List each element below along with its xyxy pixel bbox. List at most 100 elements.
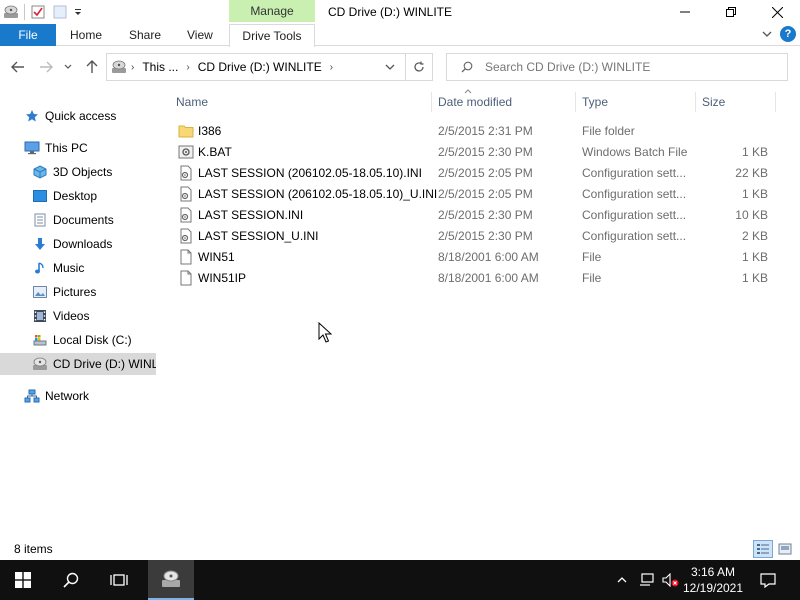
file-row[interactable]: WIN51IP 8/18/2001 6:00 AM File 1 KB xyxy=(168,267,778,288)
search-box[interactable]: Search CD Drive (D:) WINLITE xyxy=(446,53,788,81)
tab-share[interactable]: Share xyxy=(129,24,161,46)
desktop-icon xyxy=(32,188,48,204)
file-name: LAST SESSION (206102.05-18.05.10)_U.INI xyxy=(198,186,438,201)
recent-locations-chevron-icon[interactable] xyxy=(62,57,74,77)
sidebar-item-music[interactable]: Music xyxy=(32,257,156,279)
address-bar[interactable]: › This ... › CD Drive (D:) WINLITE › xyxy=(106,53,406,81)
customize-toolbar-icon[interactable] xyxy=(71,1,85,23)
restore-icon[interactable] xyxy=(708,0,754,24)
column-header-size[interactable]: Size xyxy=(694,90,774,114)
sidebar-item-local-disk[interactable]: Local Disk (C:) xyxy=(32,329,156,351)
pictures-icon xyxy=(32,284,48,300)
up-arrow-icon[interactable] xyxy=(82,57,102,77)
sidebar-item-documents[interactable]: Documents xyxy=(32,209,156,231)
ribbon-tabs: File Home Share View Drive Tools ? xyxy=(0,24,800,47)
search-icon[interactable] xyxy=(48,560,94,600)
address-row: › This ... › CD Drive (D:) WINLITE › Sea… xyxy=(0,52,800,82)
file-explorer-taskbar-button[interactable] xyxy=(148,560,194,600)
quick-access-toolbar xyxy=(0,0,85,24)
cd-drive-icon xyxy=(111,59,127,75)
clock-date: 12/19/2021 xyxy=(682,581,744,595)
new-folder-icon[interactable] xyxy=(49,1,71,23)
details-view-icon[interactable] xyxy=(753,540,773,558)
file-row[interactable]: LAST SESSION_U.INI 2/5/2015 2:30 PM Conf… xyxy=(168,225,778,246)
config-file-icon xyxy=(178,186,194,202)
file-date: 2/5/2015 2:30 PM xyxy=(438,228,533,243)
back-arrow-icon[interactable] xyxy=(8,57,28,77)
file-name: WIN51IP xyxy=(198,270,247,285)
file-date: 2/5/2015 2:30 PM xyxy=(438,207,533,222)
start-windows-icon[interactable] xyxy=(0,560,46,600)
file-row[interactable]: LAST SESSION.INI 2/5/2015 2:30 PM Config… xyxy=(168,204,778,225)
breadcrumb-separator-icon[interactable]: › xyxy=(186,62,189,73)
task-view-icon[interactable] xyxy=(96,560,142,600)
film-icon xyxy=(32,308,48,324)
sidebar-item-network[interactable]: Network xyxy=(24,385,154,407)
manage-contextual-tab[interactable]: Manage xyxy=(229,0,315,22)
file-type: Configuration sett... xyxy=(582,228,687,243)
column-header-date-modified[interactable]: Date modified xyxy=(430,90,574,114)
file-size: 1 KB xyxy=(741,144,768,159)
breadcrumb-this-pc[interactable]: This ... xyxy=(142,60,178,74)
cube-icon xyxy=(32,164,48,180)
folder-icon xyxy=(178,123,194,139)
large-icons-view-icon[interactable] xyxy=(775,540,795,558)
refresh-icon[interactable] xyxy=(405,53,433,81)
file-type: Configuration sett... xyxy=(582,186,687,201)
sidebar-item-label: CD Drive (D:) WINLI xyxy=(53,357,156,371)
download-arrow-icon xyxy=(32,236,48,252)
documents-icon xyxy=(32,212,48,228)
file-name: WIN51 xyxy=(198,249,235,264)
file-size: 1 KB xyxy=(741,186,768,201)
clock-time: 3:16 AM xyxy=(690,565,736,579)
minimize-icon[interactable] xyxy=(662,0,708,24)
breadcrumb-cd-drive[interactable]: CD Drive (D:) WINLITE xyxy=(198,60,322,74)
sidebar-item-cd-drive[interactable]: CD Drive (D:) WINLI xyxy=(0,353,156,375)
file-row[interactable]: K.BAT 2/5/2015 2:30 PM Windows Batch Fil… xyxy=(168,141,778,162)
sidebar-item-desktop[interactable]: Desktop xyxy=(32,185,156,207)
cd-drive-icon[interactable] xyxy=(0,1,22,23)
volume-muted-icon[interactable] xyxy=(660,560,682,600)
file-size: 2 KB xyxy=(741,228,768,243)
file-row[interactable]: LAST SESSION (206102.05-18.05.10).INI 2/… xyxy=(168,162,778,183)
file-row[interactable]: LAST SESSION (206102.05-18.05.10)_U.INI … xyxy=(168,183,778,204)
sidebar-item-quick-access[interactable]: Quick access xyxy=(24,105,154,127)
sidebar-item-downloads[interactable]: Downloads xyxy=(32,233,156,255)
column-divider[interactable] xyxy=(775,92,776,112)
notification-center-icon[interactable] xyxy=(754,560,782,600)
sidebar-item-3d-objects[interactable]: 3D Objects xyxy=(32,161,156,183)
forward-arrow-icon[interactable] xyxy=(36,57,56,77)
tab-view[interactable]: View xyxy=(187,24,213,46)
file-row[interactable]: WIN51 8/18/2001 6:00 AM File 1 KB xyxy=(168,246,778,267)
mouse-pointer-icon xyxy=(318,321,333,344)
sidebar-item-label: Downloads xyxy=(53,237,113,251)
taskbar-clock[interactable]: 3:16 AM 12/19/2021 xyxy=(680,564,746,596)
file-date: 8/18/2001 6:00 AM xyxy=(438,270,539,285)
network-tray-icon[interactable] xyxy=(636,560,658,600)
address-history-chevron-icon[interactable] xyxy=(385,63,395,71)
column-header-type[interactable]: Type xyxy=(574,90,694,114)
sidebar-item-label: 3D Objects xyxy=(53,165,113,179)
file-date: 2/5/2015 2:30 PM xyxy=(438,144,533,159)
expand-ribbon-chevron-icon[interactable] xyxy=(762,27,772,41)
breadcrumb-separator-icon[interactable]: › xyxy=(131,62,134,73)
file-row[interactable]: I386 2/5/2015 2:31 PM File folder xyxy=(168,120,778,141)
sidebar-item-pictures[interactable]: Pictures xyxy=(32,281,156,303)
help-icon[interactable]: ? xyxy=(780,26,796,42)
close-icon[interactable] xyxy=(754,0,800,24)
sidebar-item-videos[interactable]: Videos xyxy=(32,305,156,327)
sidebar-item-label: Network xyxy=(45,389,90,403)
search-icon xyxy=(461,61,473,73)
breadcrumb-separator-icon[interactable]: › xyxy=(330,62,333,73)
blank-file-icon xyxy=(178,249,194,265)
tab-file[interactable]: File xyxy=(0,24,56,46)
file-type: Windows Batch File xyxy=(582,144,688,159)
tab-home[interactable]: Home xyxy=(70,24,102,46)
properties-icon[interactable] xyxy=(27,1,49,23)
tab-drive-tools[interactable]: Drive Tools xyxy=(229,24,315,47)
show-hidden-icons-chevron-icon[interactable] xyxy=(613,560,631,600)
file-size: 10 KB xyxy=(735,207,768,222)
file-name: LAST SESSION_U.INI xyxy=(198,228,319,243)
sidebar-item-this-pc[interactable]: This PC xyxy=(24,137,154,159)
column-header-name[interactable]: Name xyxy=(168,90,430,114)
